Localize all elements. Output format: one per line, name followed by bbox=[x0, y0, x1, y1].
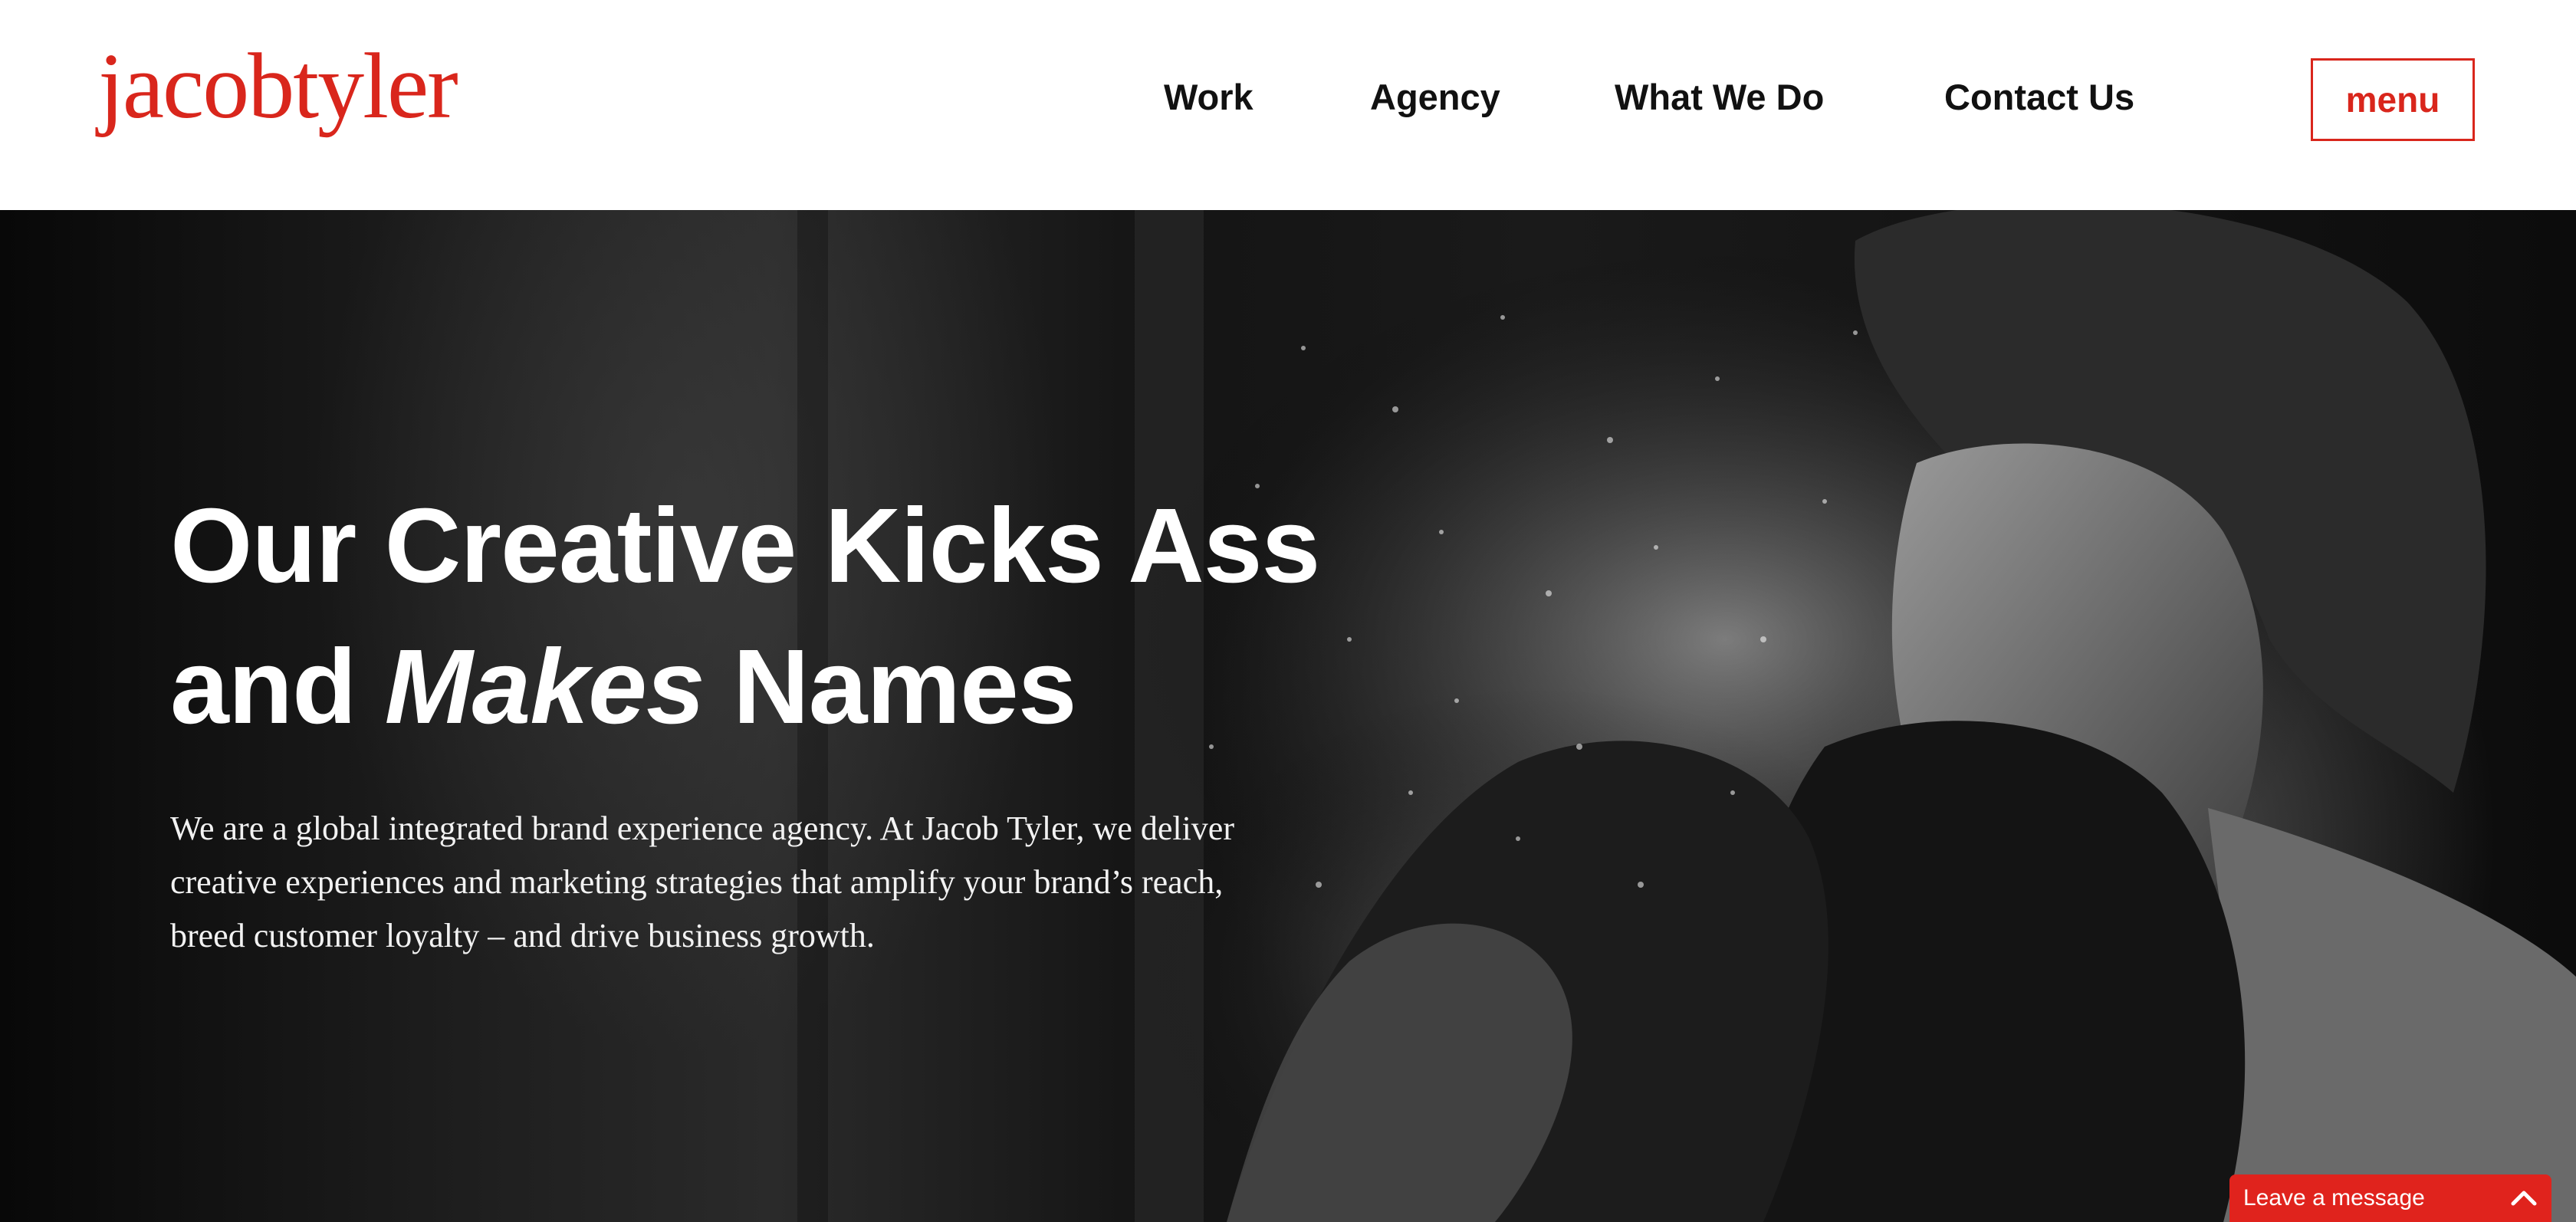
leave-message-button[interactable]: Leave a message bbox=[2229, 1174, 2551, 1222]
headline-emphasis: Makes bbox=[384, 628, 705, 746]
nav-agency[interactable]: Agency bbox=[1370, 71, 1500, 124]
headline-line-2-prefix: and bbox=[170, 628, 385, 746]
hero-section: Our Creative Kicks Ass and Makes Names W… bbox=[0, 210, 2576, 1222]
hero-headline: Our Creative Kicks Ass and Makes Names bbox=[170, 475, 1320, 757]
nav-work[interactable]: Work bbox=[1164, 71, 1254, 124]
logo[interactable]: jacobtyler bbox=[98, 40, 458, 133]
hero-description: We are a global integrated brand experie… bbox=[170, 810, 1234, 954]
nav-contact-us[interactable]: Contact Us bbox=[1944, 71, 2134, 124]
headline-line-1: Our Creative Kicks Ass bbox=[170, 487, 1320, 605]
nav-what-we-do[interactable]: What We Do bbox=[1615, 71, 1824, 124]
headline-line-2-suffix: Names bbox=[704, 628, 1077, 746]
site-header: jacobtyler Work Agency What We Do Contac… bbox=[0, 0, 2576, 210]
menu-button[interactable]: menu bbox=[2311, 58, 2475, 141]
chevron-up-icon bbox=[2511, 1191, 2537, 1206]
chat-label: Leave a message bbox=[2243, 1185, 2425, 1211]
